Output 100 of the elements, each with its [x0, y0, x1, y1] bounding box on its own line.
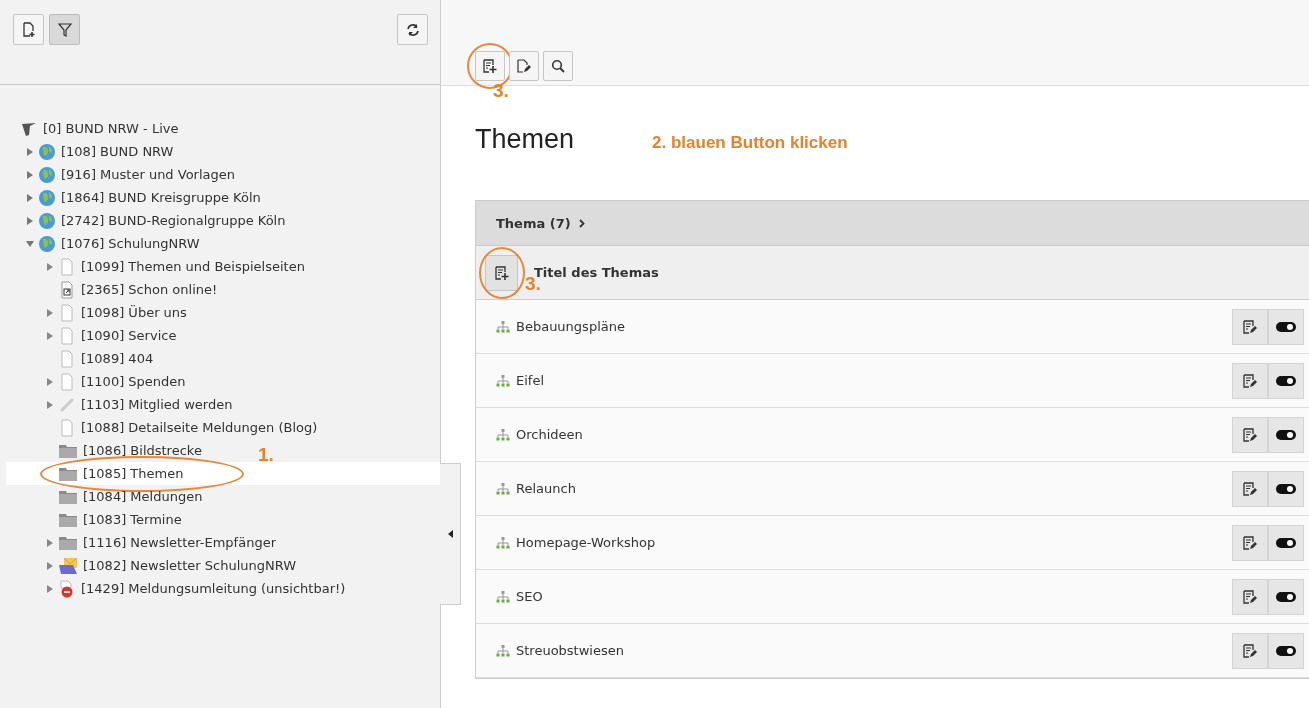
expand-toggle-icon[interactable] [26, 239, 34, 248]
mail-folder-icon [58, 556, 78, 575]
refresh-icon[interactable] [404, 21, 421, 38]
page-icon [58, 303, 76, 322]
visibility-toggle-button[interactable] [1268, 308, 1304, 345]
edit-icon[interactable] [1243, 427, 1257, 442]
tree-item[interactable]: [1076] SchulungNRW [61, 236, 200, 251]
tree-item[interactable]: [1429] Meldungsumleitung (unsichtbar!) [81, 581, 346, 596]
edit-button[interactable] [1232, 416, 1268, 453]
search-button[interactable] [543, 51, 573, 81]
expand-toggle-icon[interactable] [46, 331, 54, 340]
expand-toggle-icon[interactable] [46, 377, 54, 386]
expand-toggle-icon[interactable] [26, 147, 34, 156]
expand-toggle-icon[interactable] [46, 584, 54, 593]
refresh-button[interactable] [397, 14, 428, 45]
visibility-toggle-button[interactable] [1268, 416, 1304, 453]
toggle-switch-icon[interactable] [1276, 536, 1296, 549]
collapse-handle[interactable] [440, 463, 461, 605]
tree-item[interactable]: [1864] BUND Kreisgruppe Köln [61, 190, 261, 205]
tree-item[interactable]: [1083] Termine [83, 512, 182, 527]
tree-item[interactable]: [1098] Über uns [81, 305, 187, 320]
tree-item[interactable]: [2742] BUND-Regionalgruppe Köln [61, 213, 286, 228]
expand-toggle-icon[interactable] [46, 538, 54, 547]
expand-toggle-icon[interactable] [46, 262, 54, 271]
edit-button[interactable] [1232, 362, 1268, 399]
globe-icon [38, 211, 56, 230]
folder-icon [58, 465, 78, 482]
edit-page-icon[interactable] [517, 59, 531, 73]
toggle-switch-icon[interactable] [1276, 644, 1296, 657]
expand-toggle-icon[interactable] [26, 170, 34, 179]
page-icon [58, 326, 76, 345]
new-record-button[interactable] [475, 51, 505, 81]
visibility-toggle-button[interactable] [1268, 524, 1304, 561]
new-record-icon[interactable] [494, 265, 509, 280]
table-cell-text: Relaunch [516, 481, 577, 496]
edit-button[interactable] [1232, 470, 1268, 507]
new-page-button[interactable] [13, 14, 44, 45]
expand-toggle-icon[interactable] [26, 216, 34, 225]
tree-item[interactable]: [0] BUND NRW - Live [43, 121, 179, 136]
table-cell-text: Bebauungspläne [516, 319, 626, 334]
site-root-icon [20, 120, 38, 137]
visibility-toggle-button[interactable] [1268, 632, 1304, 669]
column-title: Titel des Themas [534, 265, 659, 280]
visibility-toggle-button[interactable] [1268, 578, 1304, 615]
edit-icon[interactable] [1243, 643, 1257, 658]
tree-item[interactable]: [108] BUND NRW [61, 144, 174, 159]
tree-item[interactable]: [1090] Service [81, 328, 177, 343]
edit-button[interactable] [1232, 632, 1268, 669]
edit-page-button[interactable] [509, 51, 539, 81]
tree-item[interactable]: [1089] 404 [81, 351, 154, 366]
filter-icon[interactable] [56, 21, 73, 38]
folder-icon [58, 488, 78, 505]
tree-item[interactable]: [1082] Newsletter SchulungNRW [83, 558, 297, 573]
tree-item[interactable]: [1086] Bildstrecke [83, 443, 202, 458]
visibility-toggle-button[interactable] [1268, 362, 1304, 399]
edit-button[interactable] [1232, 578, 1268, 615]
filter-button[interactable] [49, 14, 80, 45]
globe-icon [38, 188, 56, 207]
visibility-toggle-button[interactable] [1268, 470, 1304, 507]
page-icon [58, 257, 76, 276]
folder-icon [58, 534, 78, 551]
tree-item[interactable]: [916] Muster und Vorlagen [61, 167, 235, 182]
expand-toggle-icon[interactable] [46, 400, 54, 409]
tree-item[interactable]: [1099] Themen und Beispielseiten [81, 259, 305, 274]
chevron-right-icon[interactable] [578, 218, 585, 228]
collapse-icon[interactable] [447, 530, 453, 538]
toggle-switch-icon[interactable] [1276, 374, 1296, 387]
hierarchy-icon [496, 374, 510, 387]
edit-button[interactable] [1232, 524, 1268, 561]
search-icon[interactable] [551, 59, 565, 73]
tree-item[interactable]: [2365] Schon online! [81, 282, 218, 297]
expand-toggle-icon[interactable] [46, 308, 54, 317]
edit-icon[interactable] [1243, 481, 1257, 496]
expand-toggle-icon[interactable] [26, 193, 34, 202]
tree-item[interactable]: [1103] Mitglied werden [81, 397, 233, 412]
hierarchy-icon [496, 428, 510, 441]
toggle-switch-icon[interactable] [1276, 428, 1296, 441]
annotation-label: 1. [258, 444, 274, 466]
toggle-switch-icon[interactable] [1276, 320, 1296, 333]
edit-button[interactable] [1232, 308, 1268, 345]
tree-item[interactable]: [1084] Meldungen [83, 489, 203, 504]
tree-item[interactable]: [1100] Spenden [81, 374, 186, 389]
globe-icon [38, 142, 56, 161]
tree-item[interactable]: [1116] Newsletter-Empfänger [83, 535, 276, 550]
edit-icon[interactable] [1243, 589, 1257, 604]
table-title[interactable]: Thema (7) [496, 215, 571, 231]
table-cell-text: Eifel [516, 373, 545, 388]
tree-item[interactable]: [1085] Themen [83, 466, 184, 481]
edit-icon[interactable] [1243, 373, 1257, 388]
expand-toggle-icon[interactable] [46, 561, 54, 570]
edit-icon[interactable] [1243, 319, 1257, 334]
new-record-button[interactable] [485, 254, 518, 291]
new-page-icon[interactable] [20, 21, 37, 38]
toggle-switch-icon[interactable] [1276, 590, 1296, 603]
tree-item[interactable]: [1088] Detailseite Meldungen (Blog) [81, 420, 318, 435]
edit-icon[interactable] [1243, 535, 1257, 550]
new-record-icon[interactable] [483, 59, 497, 73]
toggle-switch-icon[interactable] [1276, 482, 1296, 495]
table-cell-text: Streuobstwiesen [516, 643, 625, 658]
hierarchy-icon [496, 590, 510, 603]
